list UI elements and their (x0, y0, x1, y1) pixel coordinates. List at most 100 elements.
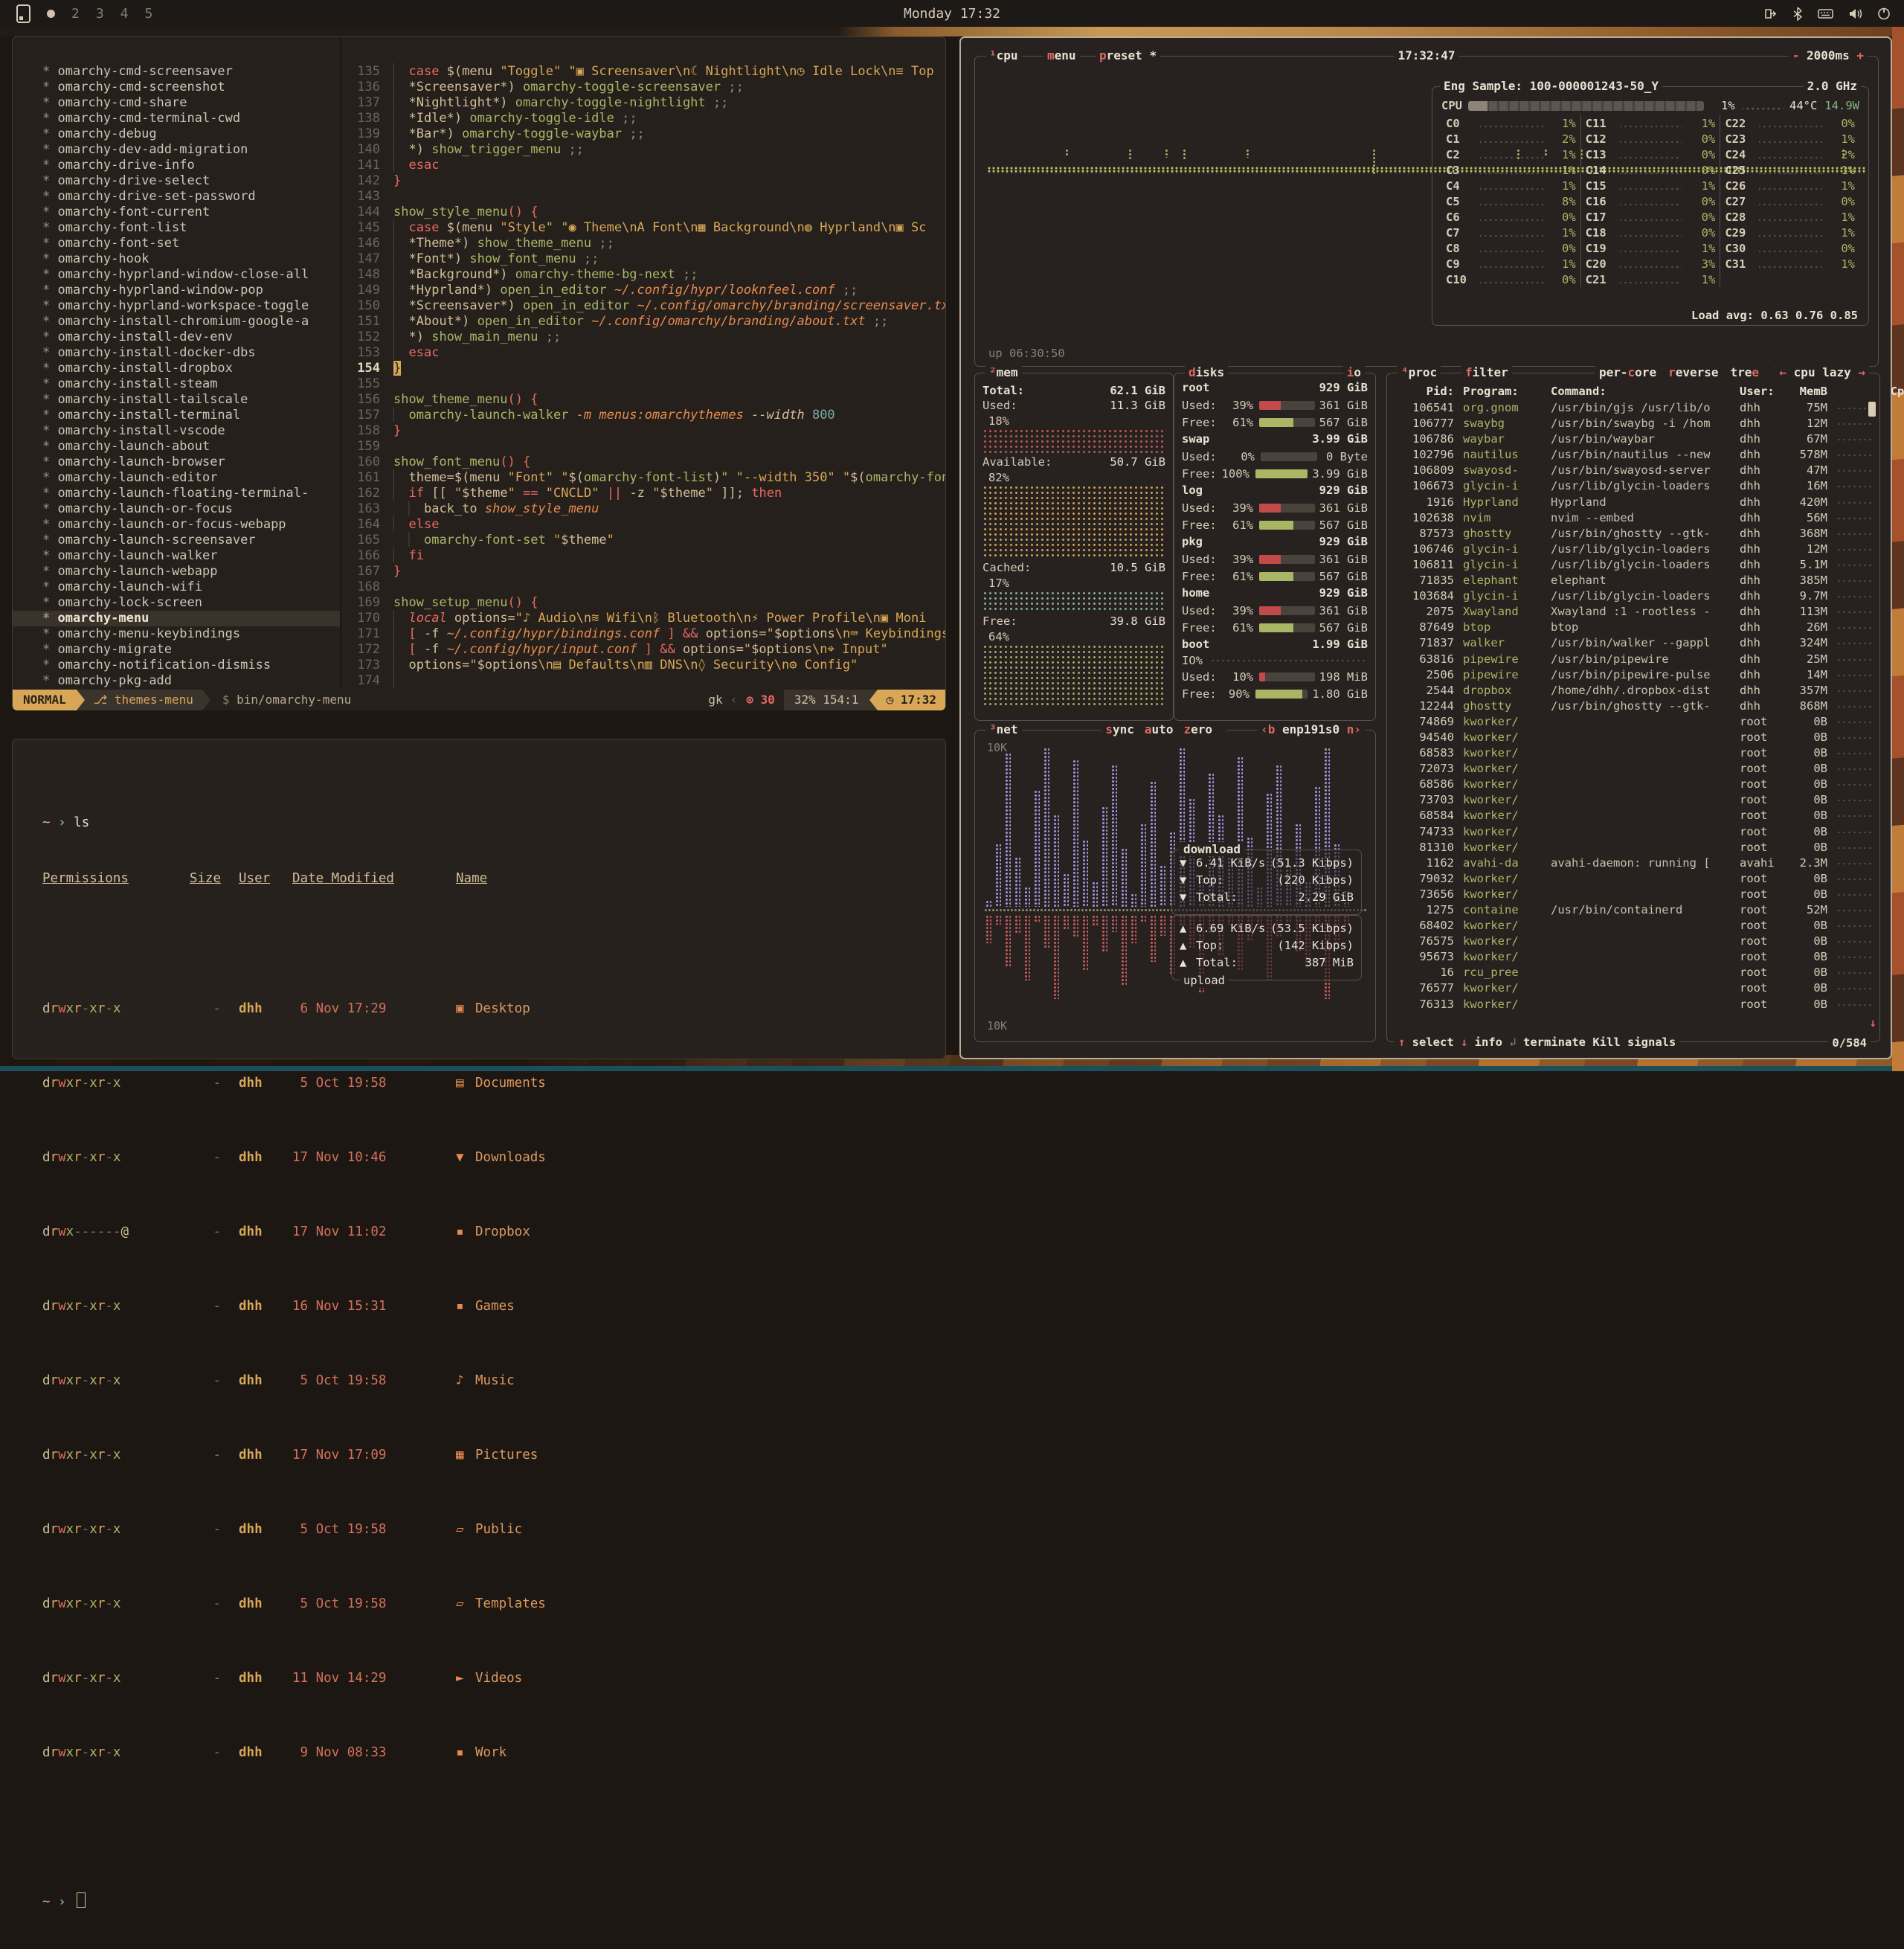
file-tree-item[interactable]: * omarchy-hyprland-window-close-all (13, 267, 340, 283)
footer-action[interactable] (1621, 1035, 1627, 1049)
keyboard-icon[interactable] (1818, 7, 1833, 19)
process-row[interactable]: 12244 ghostty /usr/bin/ghostty --gtk- dh… (1392, 699, 1872, 714)
file-tree-item[interactable]: * omarchy-cmd-screensaver (13, 64, 340, 80)
process-row[interactable]: 72073 kworker/ root 0B 0.0 (1392, 761, 1872, 777)
prompt-line[interactable]: ~ › (42, 1892, 945, 1912)
process-row[interactable]: 68583 kworker/ root 0B 0.0 (1392, 745, 1872, 761)
process-row[interactable]: 106746 glycin-i /usr/lib/glycin-loaders … (1392, 542, 1872, 557)
process-row[interactable]: 68584 kworker/ root 0B 0.0 (1392, 808, 1872, 823)
process-row[interactable]: 71835 elephant elephant dhh 385M 0.0 (1392, 573, 1872, 588)
process-row[interactable]: 74733 kworker/ root 0B 0.0 (1392, 824, 1872, 840)
diagnostics-errors[interactable]: ⊗ 30 (737, 690, 784, 710)
file-tree-item[interactable]: * omarchy-drive-info (13, 158, 340, 173)
file-tree-item[interactable]: * omarchy-font-list (13, 220, 340, 236)
file-tree-item[interactable]: * omarchy-cmd-screenshot (13, 80, 340, 95)
file-tree-item[interactable]: * omarchy-launch-editor (13, 470, 340, 486)
file-tree-item[interactable]: * omarchy-launch-walker (13, 548, 340, 564)
process-row[interactable]: 76575 kworker/ root 0B 0.0 (1392, 934, 1872, 949)
workspace-number[interactable]: 2 (71, 6, 80, 22)
proc-option[interactable]: reverse (1668, 365, 1718, 379)
net-device-switcher[interactable]: ‹b enp191s0 n› (1257, 722, 1365, 736)
footer-action[interactable] (1586, 1035, 1592, 1049)
proc-box-title[interactable]: ⁴proc (1398, 365, 1441, 379)
process-row[interactable]: 106786 waybar /usr/bin/waybar dhh 67M 0.… (1392, 431, 1872, 447)
file-tree-item[interactable]: * omarchy-font-set (13, 236, 340, 251)
workspace-active-icon[interactable] (16, 4, 30, 23)
file-tree-item[interactable]: * omarchy-hyprland-window-pop (13, 283, 340, 298)
workspace-number[interactable]: 5 (145, 6, 153, 22)
net-control[interactable]: zero (1183, 722, 1212, 736)
preset-button[interactable]: preset * (1096, 48, 1160, 62)
file-tree-item[interactable]: * omarchy-dev-add-migration (13, 142, 340, 158)
file-tree-item[interactable]: * omarchy-install-docker-dbs (13, 345, 340, 361)
process-row[interactable]: 74869 kworker/ root 0B 0.0 (1392, 714, 1872, 730)
file-tree-item[interactable]: * omarchy-pkg-add (13, 673, 340, 689)
file-tree-item[interactable]: * omarchy-launch-about (13, 439, 340, 455)
footer-action[interactable]: select (1412, 1035, 1454, 1049)
process-row[interactable]: 76313 kworker/ root 0B 0.0 (1392, 997, 1872, 1012)
process-row[interactable]: 76577 kworker/ root 0B 0.0 (1392, 980, 1872, 996)
mem-box-title[interactable]: ²mem (985, 365, 1022, 379)
file-tree-item[interactable]: * omarchy-hook (13, 251, 340, 267)
file-tree-item[interactable]: * omarchy-launch-browser (13, 455, 340, 470)
file-tree-item[interactable]: * omarchy-install-vscode (13, 423, 340, 439)
net-control[interactable]: auto (1145, 722, 1174, 736)
footer-action[interactable]: ↓ (1454, 1035, 1475, 1049)
process-row[interactable]: 87649 btop btop dhh 26M 0.0 (1392, 620, 1872, 635)
process-row[interactable]: 106809 swayosd- /usr/bin/swayosd-server … (1392, 463, 1872, 478)
process-row[interactable]: 81310 kworker/ root 0B 0.0 (1392, 840, 1872, 855)
file-tree-item[interactable]: * omarchy-migrate (13, 642, 340, 658)
net-box-title[interactable]: ³net (985, 722, 1022, 736)
cpu-box-title[interactable]: ¹cpu (985, 48, 1022, 62)
proc-option[interactable]: tree (1731, 365, 1760, 379)
footer-action[interactable]: signals (1627, 1035, 1676, 1049)
workspace-number[interactable]: 3 (96, 6, 104, 22)
file-tree-item[interactable]: * omarchy-hyprland-workspace-toggle (13, 298, 340, 314)
file-tree-item[interactable]: * omarchy-launch-wifi (13, 579, 340, 595)
file-tree-item[interactable]: * omarchy-launch-or-focus (13, 501, 340, 517)
process-row[interactable]: 16 rcu_pree root 0B 0.0 (1392, 965, 1872, 980)
process-row[interactable]: 94540 kworker/ root 0B 0.0 (1392, 730, 1872, 745)
process-row[interactable]: 68402 kworker/ root 0B 0.0 (1392, 918, 1872, 934)
file-tree-item[interactable]: * omarchy-install-steam (13, 376, 340, 392)
file-tree-item[interactable]: * omarchy-launch-floating-terminal- (13, 486, 340, 501)
file-tree-item[interactable]: * omarchy-font-current (13, 205, 340, 220)
file-tree-item[interactable]: * omarchy-cmd-share (13, 95, 340, 111)
process-row[interactable]: 2075 Xwayland Xwayland :1 -rootless - dh… (1392, 604, 1872, 620)
footer-action[interactable]: info (1475, 1035, 1502, 1049)
process-row[interactable]: 1162 avahi-da avahi-daemon: running [ av… (1392, 855, 1872, 871)
process-row[interactable]: 63816 pipewire /usr/bin/pipewire dhh 25M… (1392, 652, 1872, 667)
footer-action[interactable]: ↲ (1502, 1035, 1523, 1049)
volume-icon[interactable] (1848, 7, 1862, 20)
process-row[interactable]: 102796 nautilus /usr/bin/nautilus --new … (1392, 447, 1872, 463)
file-tree-item[interactable]: * omarchy-launch-webapp (13, 564, 340, 579)
process-row[interactable]: 102638 nvim nvim --embed dhh 56M 0.0 (1392, 510, 1872, 526)
footer-action[interactable]: Kill (1592, 1035, 1620, 1049)
net-control[interactable]: sync (1105, 722, 1134, 736)
power-icon[interactable] (1877, 7, 1891, 20)
workspace-dot-icon[interactable] (47, 10, 55, 18)
file-tree-item[interactable]: * omarchy-drive-select (13, 173, 340, 189)
file-tree-item[interactable]: * omarchy-install-chromium-google-a (13, 314, 340, 330)
code-editor[interactable]: 135▏ case $(menu "Toggle" "▣ Screensaver… (341, 37, 945, 690)
process-row[interactable]: 79032 kworker/ root 0B 0.0 (1392, 871, 1872, 887)
git-branch[interactable]: ⎇ themes-menu (85, 690, 202, 710)
footer-action[interactable]: terminate (1523, 1035, 1586, 1049)
file-tree-item[interactable]: * omarchy-install-tailscale (13, 392, 340, 408)
proc-scrollbar[interactable] (1868, 402, 1876, 417)
file-tree-item[interactable]: * omarchy-launch-or-focus-webapp (13, 517, 340, 533)
process-row[interactable]: 106541 org.gnom /usr/bin/gjs /usr/lib/o … (1392, 400, 1872, 416)
process-row[interactable]: 68586 kworker/ root 0B 0.0 (1392, 777, 1872, 792)
process-row[interactable]: 2506 pipewire /usr/bin/pipewire-pulse dh… (1392, 667, 1872, 683)
terminal-window[interactable]: ~ › ls Permissions Size User Date Modifi… (12, 739, 946, 1059)
file-tree[interactable]: * omarchy-cmd-screensaver * omarchy-cmd-… (13, 37, 341, 690)
io-toggle[interactable]: io (1343, 365, 1365, 379)
clock[interactable]: Monday 17:32 (904, 6, 1000, 22)
process-row[interactable]: 106811 glycin-i /usr/lib/glycin-loaders … (1392, 557, 1872, 573)
file-tree-item[interactable]: * omarchy-launch-screensaver (13, 533, 340, 548)
file-tree-item[interactable]: * omarchy-menu (13, 611, 340, 626)
footer-action[interactable]: ↑ (1398, 1035, 1412, 1049)
file-tree-item[interactable]: * omarchy-install-dropbox (13, 361, 340, 376)
sort-selector[interactable]: ← cpu lazy → (1775, 365, 1869, 379)
bluetooth-icon[interactable] (1792, 7, 1803, 21)
